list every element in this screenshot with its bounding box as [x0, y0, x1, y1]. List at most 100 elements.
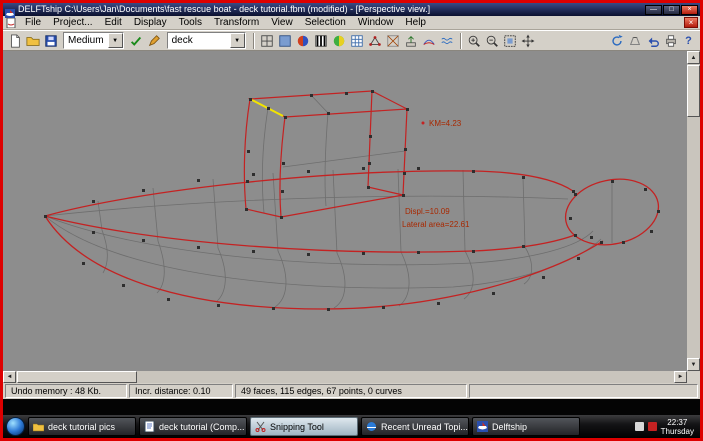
taskbar-button-delftship[interactable]: Delftship [472, 417, 580, 436]
scrollbar-corner [687, 371, 700, 383]
maximize-icon[interactable]: □ [663, 4, 680, 15]
chevron-down-icon[interactable]: ▼ [229, 33, 245, 48]
menu-transform[interactable]: Transform [208, 16, 265, 29]
scroll-down-icon[interactable]: ▼ [687, 358, 700, 371]
taskbar-button-browser[interactable]: Recent Unread Topi... [361, 417, 469, 436]
interior-edges-icon[interactable] [385, 32, 402, 49]
toolbar-right-group: ? [608, 32, 697, 49]
document-icon [144, 420, 155, 433]
precision-value: Medium [68, 35, 104, 46]
perspective-view-icon[interactable] [626, 32, 643, 49]
layer-combobox[interactable]: deck ▼ [166, 32, 246, 49]
taskbar-clock[interactable]: 22:37 Thursday [661, 418, 694, 436]
scroll-left-icon[interactable]: ◄ [3, 371, 16, 383]
toolbar: Medium ▼ deck ▼ ? [3, 30, 700, 51]
title-bar: DELFTship C:\Users\Jan\Documents\fast re… [3, 3, 700, 18]
help-icon[interactable]: ? [680, 32, 697, 49]
windows-taskbar: deck tutorial pics deck tutorial (Comp..… [3, 415, 700, 438]
status-bar: Undo memory : 48 Kb. Incr. distance: 0.1… [3, 383, 700, 399]
taskbar-button-label: Recent Unread Topi... [381, 421, 468, 432]
edit-points-icon[interactable] [146, 32, 163, 49]
tray-antivirus-icon[interactable] [647, 422, 657, 431]
horizontal-scrollbar[interactable]: ◄ ► [3, 371, 687, 383]
undo-icon[interactable] [644, 32, 661, 49]
menu-file[interactable]: File [19, 16, 47, 29]
vertical-scrollbar[interactable]: ▲ ▼ [687, 51, 700, 371]
open-file-icon[interactable] [24, 32, 41, 49]
tray-app-icon[interactable] [634, 422, 644, 431]
print-icon[interactable] [662, 32, 679, 49]
mdi-close-icon[interactable]: × [684, 17, 698, 28]
zoom-in-icon[interactable] [466, 32, 483, 49]
start-button[interactable] [6, 417, 25, 436]
check-model-icon[interactable] [128, 32, 145, 49]
delftship-icon [477, 421, 488, 432]
new-file-icon[interactable] [6, 32, 23, 49]
layer-value: deck [171, 35, 193, 46]
chevron-down-icon[interactable]: ▼ [107, 33, 123, 48]
clock-day: Thursday [660, 426, 694, 436]
shaded-view-icon[interactable] [277, 32, 294, 49]
perspective-viewport[interactable]: KM=4.23 Displ.=10.09 Lateral area=22.61 … [3, 51, 700, 383]
status-filler [469, 384, 698, 398]
precision-combobox[interactable]: Medium ▼ [63, 32, 124, 49]
menu-project[interactable]: Project... [47, 16, 98, 29]
km-annotation: KM=4.23 [429, 119, 462, 128]
menu-selection[interactable]: Selection [299, 16, 352, 29]
hydrostatics-annotations: KM=4.23 Displ.=10.09 Lateral area=22.61 [402, 119, 470, 229]
scroll-up-icon[interactable]: ▲ [687, 51, 700, 64]
grid-icon[interactable] [349, 32, 366, 49]
taskbar-button-label: deck tutorial (Comp... [159, 421, 245, 432]
app-icon [5, 5, 15, 18]
zoom-out-icon[interactable] [484, 32, 501, 49]
taskbar-button-label: Delftship [492, 421, 528, 432]
incr-distance-status: Incr. distance: 0.10 [129, 384, 233, 398]
model-canvas[interactable]: KM=4.23 Displ.=10.09 Lateral area=22.61 [3, 51, 687, 371]
menu-view[interactable]: View [265, 16, 299, 29]
folder-icon [32, 421, 45, 432]
menu-help[interactable]: Help [399, 16, 432, 29]
taskbar-button-snipping-tool[interactable]: Snipping Tool [250, 417, 358, 436]
window-title: DELFTship C:\Users\Jan\Documents\fast re… [18, 4, 431, 14]
wireframe-view-icon[interactable] [259, 32, 276, 49]
scissors-icon [255, 421, 266, 432]
zebra-shading-icon[interactable] [313, 32, 330, 49]
taskbar-button-deck-tutorial-doc[interactable]: deck tutorial (Comp... [139, 417, 247, 436]
taskbar-button-label: deck tutorial pics [48, 421, 116, 432]
toolbar-separator [252, 32, 255, 49]
rotate-view-icon[interactable] [608, 32, 625, 49]
close-icon[interactable]: × [681, 4, 698, 15]
menu-edit[interactable]: Edit [99, 16, 128, 29]
developability-icon[interactable] [331, 32, 348, 49]
application-window: DELFTship C:\Users\Jan\Documents\fast re… [0, 0, 703, 441]
control-net-icon[interactable] [367, 32, 384, 49]
control-points[interactable] [44, 90, 660, 311]
menu-bar: File Project... Edit Display Tools Trans… [3, 16, 700, 30]
menu-display[interactable]: Display [128, 16, 173, 29]
save-icon[interactable] [42, 32, 59, 49]
desktop-background [3, 399, 700, 415]
undo-memory-status: Undo memory : 48 Kb. [5, 384, 127, 398]
scroll-right-icon[interactable]: ► [674, 371, 687, 383]
clock-time: 22:37 [667, 417, 688, 427]
gauss-curvature-icon[interactable] [295, 32, 312, 49]
toolbar-separator [459, 32, 462, 49]
minimize-icon[interactable]: — [645, 4, 662, 15]
system-tray: 22:37 Thursday [634, 418, 697, 436]
pan-icon[interactable] [520, 32, 537, 49]
mdi-document-icon [6, 17, 16, 28]
hull-edges [44, 170, 660, 310]
menu-window[interactable]: Window [352, 16, 400, 29]
taskbar-button-deck-tutorial-pics[interactable]: deck tutorial pics [28, 417, 136, 436]
model-stats-status: 49 faces, 115 edges, 67 points, 0 curves [235, 384, 467, 398]
displacement-annotation: Displ.=10.09 [405, 207, 450, 216]
hydrostatics-icon[interactable] [439, 32, 456, 49]
horizontal-scroll-thumb[interactable] [17, 371, 137, 383]
vertical-scroll-thumb[interactable] [687, 65, 700, 117]
taskbar-button-label: Snipping Tool [270, 421, 324, 432]
menu-tools[interactable]: Tools [173, 16, 208, 29]
zoom-extents-icon[interactable] [502, 32, 519, 49]
curvature-plot-icon[interactable] [421, 32, 438, 49]
normals-icon[interactable] [403, 32, 420, 49]
internet-explorer-icon [366, 421, 377, 432]
